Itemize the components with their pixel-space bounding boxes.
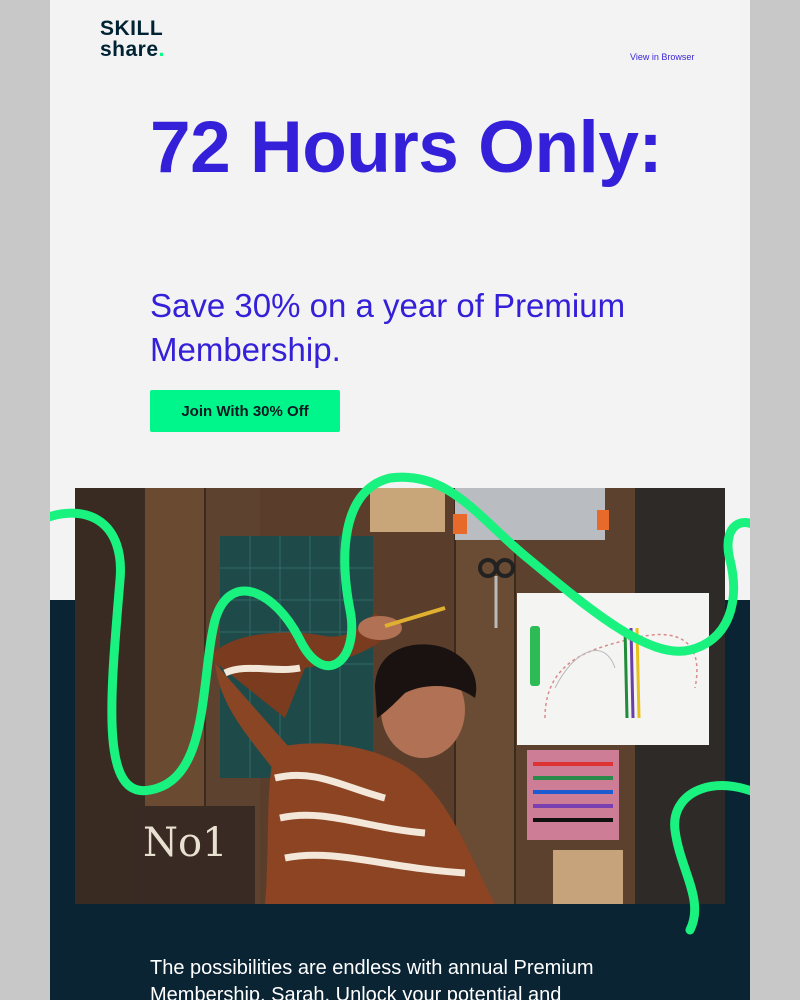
logo-dot: .	[158, 38, 165, 61]
hero-subhead: Save 30% on a year of Premium Membership…	[150, 287, 626, 368]
view-in-browser-link[interactable]: View in Browser	[630, 52, 694, 62]
body-paragraph: The possibilities are endless with annua…	[150, 957, 594, 1000]
logo-line-2: share.	[100, 39, 165, 60]
email-container: SKILL share. View in Browser 72 Hours On…	[50, 0, 750, 1000]
photo-illustration: No1	[75, 488, 725, 904]
sign-text: No1	[143, 820, 228, 866]
skillshare-logo[interactable]: SKILL share.	[100, 18, 165, 60]
logo-line-1: SKILL	[100, 17, 164, 40]
hero-photo[interactable]: No1	[75, 488, 725, 904]
hero-headline: 72 Hours Only:	[150, 107, 663, 188]
join-discount-button[interactable]: Join With 30% Off	[150, 390, 340, 432]
logo-word-share: share	[100, 38, 159, 61]
